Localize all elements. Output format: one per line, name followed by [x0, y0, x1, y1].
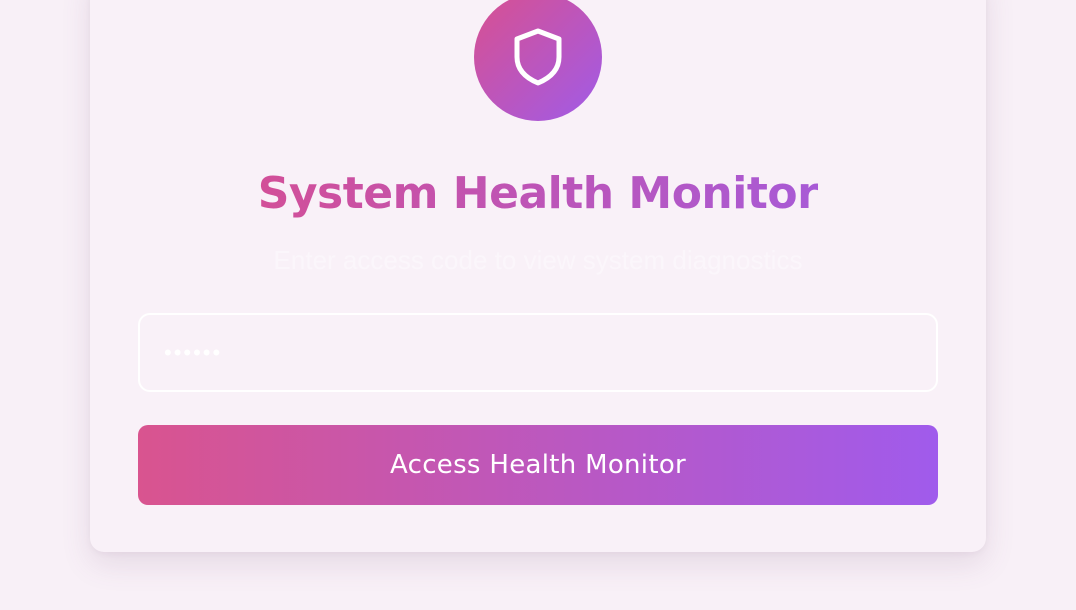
- shield-icon: [514, 28, 562, 86]
- access-health-monitor-button[interactable]: Access Health Monitor: [138, 425, 938, 505]
- access-code-input[interactable]: [138, 313, 938, 392]
- login-card: System Health Monitor Enter access code …: [90, 0, 986, 552]
- logo-badge: [474, 0, 602, 121]
- page-subtitle: Enter access code to view system diagnos…: [273, 245, 803, 275]
- page-title: System Health Monitor: [257, 168, 819, 219]
